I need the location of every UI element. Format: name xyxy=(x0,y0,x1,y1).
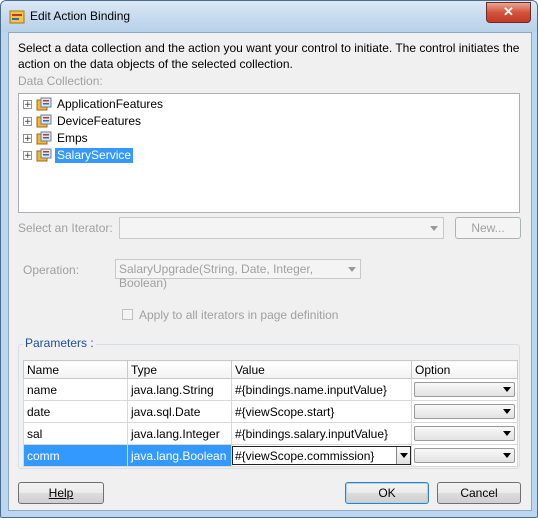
param-value-cell[interactable]: #{viewScope.start} xyxy=(231,400,412,423)
app-icon xyxy=(9,10,25,24)
operation-combo[interactable]: SalaryUpgrade(String, Date, Integer, Boo… xyxy=(115,259,361,290)
param-value-cell[interactable]: #{bindings.salary.inputValue} xyxy=(231,422,412,445)
data-collection-tree[interactable]: + ApplicationFeatures + DeviceFeatures +… xyxy=(18,93,520,213)
param-option-cell[interactable] xyxy=(411,422,518,445)
param-value-text: #{viewScope.commission} xyxy=(235,449,375,463)
table-row-selected[interactable]: comm java.lang.Boolean #{viewScope.commi… xyxy=(23,444,518,467)
column-header-value[interactable]: Value xyxy=(231,360,412,379)
data-control-icon xyxy=(36,148,52,162)
param-option-cell[interactable] xyxy=(411,444,518,467)
close-button[interactable]: ✕ xyxy=(486,2,531,23)
option-combo[interactable] xyxy=(414,448,515,463)
chevron-down-icon xyxy=(503,453,511,458)
cancel-button[interactable]: Cancel xyxy=(437,482,521,504)
dialog-body: Select a data collection and the action … xyxy=(8,32,532,511)
help-button[interactable]: Help xyxy=(18,482,104,504)
chevron-down-icon xyxy=(348,267,356,272)
option-combo[interactable] xyxy=(414,382,515,397)
title-bar[interactable]: Edit Action Binding ✕ xyxy=(1,1,537,32)
table-header: Name Type Value Option xyxy=(23,360,518,379)
data-control-icon xyxy=(36,97,52,111)
operation-label: Operation: xyxy=(23,263,80,277)
close-icon: ✕ xyxy=(503,4,514,19)
param-value-cell[interactable]: #{bindings.name.inputValue} xyxy=(231,378,412,401)
ok-button[interactable]: OK xyxy=(345,482,429,504)
expand-icon[interactable]: + xyxy=(23,99,32,109)
description-text: Select a data collection and the action … xyxy=(18,41,520,71)
window-title: Edit Action Binding xyxy=(30,9,131,23)
value-dropdown-button[interactable] xyxy=(396,447,410,464)
column-header-type[interactable]: Type xyxy=(127,360,232,379)
expand-icon[interactable]: + xyxy=(23,133,32,143)
new-iterator-button[interactable]: New... xyxy=(455,217,521,239)
tree-item-label: Emps xyxy=(57,130,88,145)
option-combo[interactable] xyxy=(414,426,515,441)
iterator-combo[interactable] xyxy=(119,217,444,239)
param-name-cell[interactable]: comm xyxy=(23,444,128,467)
column-header-option[interactable]: Option xyxy=(411,360,518,379)
tree-item-salaryservice[interactable]: + SalaryService xyxy=(23,147,134,163)
table-row[interactable]: name java.lang.String #{bindings.name.in… xyxy=(23,378,518,401)
param-name-cell[interactable]: date xyxy=(23,400,128,423)
table-row[interactable]: date java.sql.Date #{viewScope.start} xyxy=(23,400,518,423)
chevron-down-icon xyxy=(503,431,511,436)
param-type-cell[interactable]: java.lang.String xyxy=(127,378,232,401)
param-type-cell[interactable]: java.lang.Boolean xyxy=(127,444,232,467)
tree-item-emps[interactable]: + Emps xyxy=(23,130,90,146)
tree-item-applicationfeatures[interactable]: + ApplicationFeatures xyxy=(23,96,165,112)
chevron-down-icon xyxy=(400,453,408,458)
tree-item-devicefeatures[interactable]: + DeviceFeatures xyxy=(23,113,143,129)
option-combo[interactable] xyxy=(414,404,515,419)
tree-item-label: DeviceFeatures xyxy=(57,113,142,128)
param-value-editor[interactable]: #{viewScope.commission} xyxy=(232,446,411,465)
tree-item-label: SalaryService xyxy=(55,147,134,163)
table-row[interactable]: sal java.lang.Integer #{bindings.salary.… xyxy=(23,422,518,445)
apply-all-label: Apply to all iterators in page definitio… xyxy=(139,308,339,322)
tree-item-label: ApplicationFeatures xyxy=(57,96,164,111)
chevron-down-icon xyxy=(503,409,511,414)
param-name-cell[interactable]: sal xyxy=(23,422,128,445)
data-control-icon xyxy=(36,114,52,128)
data-control-icon xyxy=(36,131,52,145)
help-button-label: Help xyxy=(48,486,74,500)
chevron-down-icon xyxy=(430,226,438,231)
param-type-cell[interactable]: java.sql.Date xyxy=(127,400,232,423)
expand-icon[interactable]: + xyxy=(23,150,32,160)
dialog-window: Edit Action Binding ✕ Select a data coll… xyxy=(0,0,538,518)
column-header-name[interactable]: Name xyxy=(23,360,128,379)
param-option-cell[interactable] xyxy=(411,400,518,423)
data-collection-label: Data Collection: xyxy=(18,74,103,88)
chevron-down-icon xyxy=(503,387,511,392)
param-option-cell[interactable] xyxy=(411,378,518,401)
expand-icon[interactable]: + xyxy=(23,116,32,126)
operation-value: SalaryUpgrade(String, Date, Integer, Boo… xyxy=(119,262,314,290)
param-type-cell[interactable]: java.lang.Integer xyxy=(127,422,232,445)
apply-all-checkbox[interactable] xyxy=(122,309,133,320)
param-name-cell[interactable]: name xyxy=(23,378,128,401)
parameters-label: Parameters : xyxy=(23,336,96,350)
iterator-label: Select an Iterator: xyxy=(18,221,113,235)
param-value-cell[interactable]: #{viewScope.commission} xyxy=(231,444,412,467)
parameters-table: Name Type Value Option name java.lang.St… xyxy=(23,360,518,467)
